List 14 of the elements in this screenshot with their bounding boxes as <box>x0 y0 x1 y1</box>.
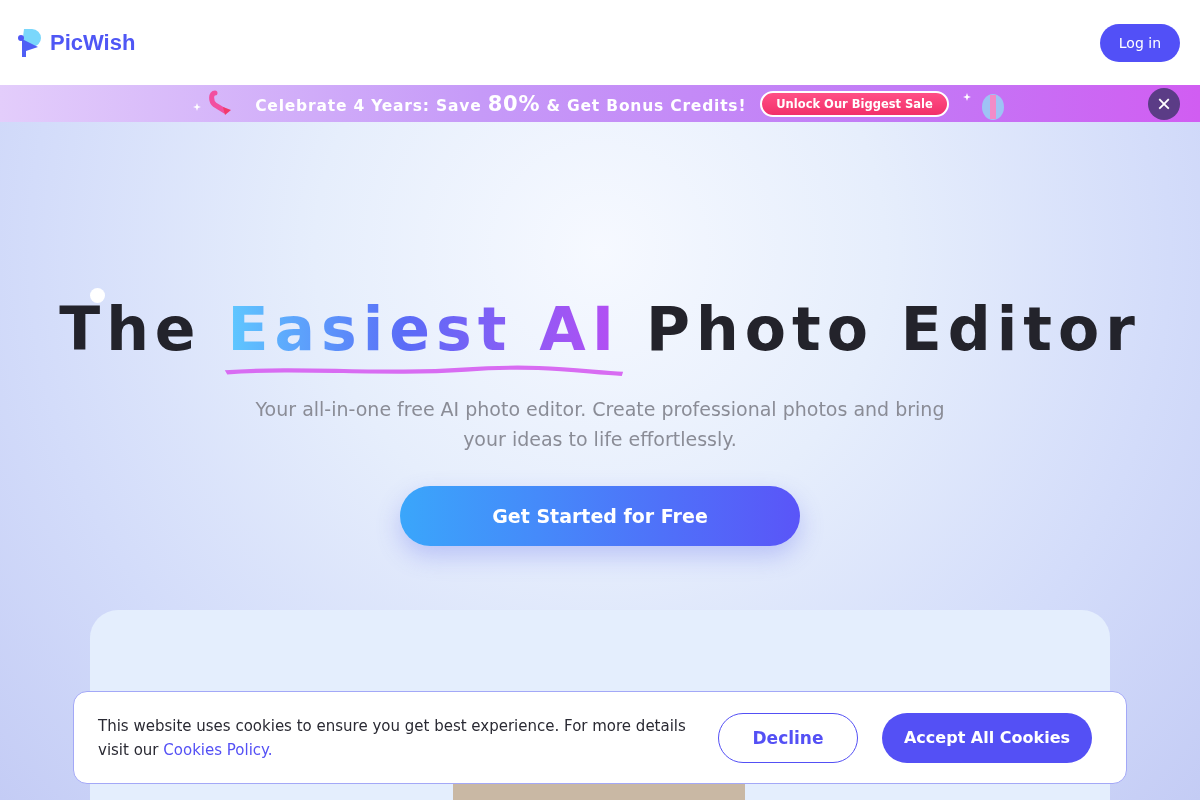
cookies-policy-link[interactable]: Cookies Policy. <box>163 740 273 759</box>
brand-name: PicWish <box>50 29 136 56</box>
decor-dot <box>90 288 105 303</box>
hero-subtitle: Your all-in-one free AI photo editor. Create professional photos and bring your ideas to life effortlessly. <box>254 397 946 452</box>
promo-text: Celebrate 4 Years: Save 80% & Get Bonus Credits! <box>255 91 747 116</box>
hero-headline: The Easiest AI Photo Editor <box>59 294 1141 364</box>
cookie-message: This website uses cookies to ensure you get best experience. For more details visit our Cookies Policy. <box>98 715 687 761</box>
sale-button[interactable]: Unlock Our Biggest Sale <box>760 90 949 117</box>
login-button[interactable]: Log in <box>1099 23 1180 62</box>
logo-icon <box>18 26 42 59</box>
accept-cookies-button[interactable]: Accept All Cookies <box>882 712 1092 763</box>
get-started-button[interactable]: Get Started for Free <box>400 486 800 546</box>
close-button[interactable]: × <box>1148 88 1180 120</box>
decline-button[interactable]: Decline <box>718 712 858 763</box>
